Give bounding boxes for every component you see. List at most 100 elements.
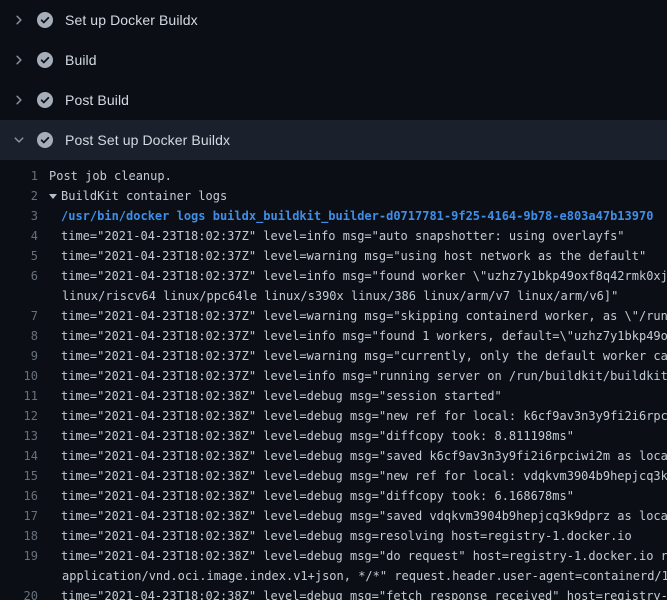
- line-number[interactable]: [0, 566, 38, 586]
- log-line: 18 time="2021-04-23T18:02:38Z" level=deb…: [0, 526, 667, 546]
- log-text: Post job cleanup.: [49, 169, 172, 183]
- line-number[interactable]: 12: [0, 406, 38, 426]
- steps-list: Set up Docker Buildx Build: [0, 0, 667, 160]
- line-number[interactable]: 2: [0, 186, 38, 206]
- chevron-right-icon[interactable]: [11, 52, 27, 68]
- log-text: time="2021-04-23T18:02:38Z" level=debug …: [61, 409, 667, 423]
- log-line: 12 time="2021-04-23T18:02:38Z" level=deb…: [0, 406, 667, 426]
- log-text-wrapper: time="2021-04-23T18:02:38Z" level=debug …: [61, 486, 574, 506]
- log-text-wrapper: time="2021-04-23T18:02:37Z" level=info m…: [61, 266, 667, 286]
- log-text: time="2021-04-23T18:02:37Z" level=info m…: [61, 269, 667, 283]
- log-text: time="2021-04-23T18:02:37Z" level=warnin…: [61, 309, 667, 323]
- line-number[interactable]: 18: [0, 526, 38, 546]
- check-circle-icon: [37, 92, 53, 108]
- line-number[interactable]: 6: [0, 266, 38, 286]
- log-line: 15 time="2021-04-23T18:02:38Z" level=deb…: [0, 466, 667, 486]
- log-text-wrapper: time="2021-04-23T18:02:38Z" level=debug …: [61, 546, 667, 566]
- line-number[interactable]: 8: [0, 326, 38, 346]
- log-text: time="2021-04-23T18:02:37Z" level=info m…: [61, 229, 625, 243]
- line-number[interactable]: 5: [0, 246, 38, 266]
- line-number[interactable]: 3: [0, 206, 38, 226]
- line-number[interactable]: 13: [0, 426, 38, 446]
- log-text-wrapper: time="2021-04-23T18:02:38Z" level=debug …: [61, 506, 667, 526]
- log-line: 16 time="2021-04-23T18:02:38Z" level=deb…: [0, 486, 667, 506]
- log-text-wrapper: time="2021-04-23T18:02:38Z" level=debug …: [61, 446, 667, 466]
- line-number[interactable]: 11: [0, 386, 38, 406]
- line-number[interactable]: 15: [0, 466, 38, 486]
- step-header[interactable]: Set up Docker Buildx: [0, 0, 667, 40]
- log-text-wrapper: time="2021-04-23T18:02:37Z" level=info m…: [61, 366, 667, 386]
- log-text-wrapper: time="2021-04-23T18:02:38Z" level=debug …: [61, 386, 502, 406]
- step-header[interactable]: Post Build: [0, 80, 667, 120]
- line-number[interactable]: 10: [0, 366, 38, 386]
- step-header[interactable]: Build: [0, 40, 667, 80]
- log-line: 17 time="2021-04-23T18:02:38Z" level=deb…: [0, 506, 667, 526]
- log-text-wrapper: time="2021-04-23T18:02:37Z" level=warnin…: [61, 246, 646, 266]
- log-text: linux/riscv64 linux/ppc64le linux/s390x …: [62, 289, 618, 303]
- log-text: application/vnd.oci.image.index.v1+json,…: [62, 569, 667, 583]
- log-text-wrapper: time="2021-04-23T18:02:38Z" level=debug …: [61, 526, 632, 546]
- log-line: 11 time="2021-04-23T18:02:38Z" level=deb…: [0, 386, 667, 406]
- log-text-wrapper: time="2021-04-23T18:02:37Z" level=info m…: [61, 226, 625, 246]
- chevron-right-icon[interactable]: [11, 12, 27, 28]
- step-label: Build: [65, 52, 97, 68]
- check-circle-icon: [37, 12, 53, 28]
- line-number[interactable]: 14: [0, 446, 38, 466]
- log-text: time="2021-04-23T18:02:38Z" level=debug …: [61, 429, 574, 443]
- log-text-wrapper: /usr/bin/docker logs buildx_buildkit_bui…: [61, 206, 653, 226]
- step-header[interactable]: Post Set up Docker Buildx: [0, 120, 667, 160]
- log-text: time="2021-04-23T18:02:37Z" level=warnin…: [61, 349, 667, 363]
- log-text-wrapper: BuildKit container logs: [49, 186, 227, 206]
- line-number[interactable]: 17: [0, 506, 38, 526]
- step-label: Post Build: [65, 92, 129, 108]
- log-line: 3 /usr/bin/docker logs buildx_buildkit_b…: [0, 206, 667, 226]
- line-number[interactable]: 20: [0, 586, 38, 600]
- actions-log-viewer: Set up Docker Buildx Build: [0, 0, 667, 600]
- log-text-wrapper: time="2021-04-23T18:02:38Z" level=debug …: [61, 426, 574, 446]
- log-text: time="2021-04-23T18:02:38Z" level=debug …: [61, 529, 632, 543]
- log-line: 6 time="2021-04-23T18:02:37Z" level=info…: [0, 266, 667, 286]
- log-text: time="2021-04-23T18:02:38Z" level=debug …: [61, 469, 667, 483]
- log-text: time="2021-04-23T18:02:37Z" level=info m…: [61, 369, 667, 383]
- log-text: /usr/bin/docker logs buildx_buildkit_bui…: [61, 209, 653, 223]
- log-text: BuildKit container logs: [61, 189, 227, 203]
- log-text: time="2021-04-23T18:02:38Z" level=debug …: [61, 489, 574, 503]
- log-text: time="2021-04-23T18:02:37Z" level=warnin…: [61, 249, 646, 263]
- log-line: 1 Post job cleanup.: [0, 166, 667, 186]
- log-text: time="2021-04-23T18:02:38Z" level=debug …: [61, 449, 667, 463]
- line-number[interactable]: 1: [0, 166, 38, 186]
- log-line: 5 time="2021-04-23T18:02:37Z" level=warn…: [0, 246, 667, 266]
- line-number[interactable]: [0, 286, 38, 306]
- step-label: Set up Docker Buildx: [65, 12, 198, 28]
- line-number[interactable]: 4: [0, 226, 38, 246]
- log-line: 4 time="2021-04-23T18:02:37Z" level=info…: [0, 226, 667, 246]
- log-line: 2 BuildKit container logs: [0, 186, 667, 206]
- chevron-down-icon[interactable]: [11, 132, 27, 148]
- log-output: 1 Post job cleanup. 2 BuildKit container…: [0, 160, 667, 600]
- chevron-right-icon[interactable]: [11, 92, 27, 108]
- log-text-wrapper: application/vnd.oci.image.index.v1+json,…: [62, 566, 667, 586]
- log-text: time="2021-04-23T18:02:38Z" level=debug …: [61, 389, 502, 403]
- log-text-wrapper: time="2021-04-23T18:02:38Z" level=debug …: [61, 586, 667, 600]
- check-circle-icon: [37, 132, 53, 148]
- check-circle-icon: [37, 52, 53, 68]
- log-text: time="2021-04-23T18:02:38Z" level=debug …: [61, 549, 667, 563]
- log-line: 8 time="2021-04-23T18:02:37Z" level=info…: [0, 326, 667, 346]
- line-number[interactable]: 19: [0, 546, 38, 566]
- log-line: linux/riscv64 linux/ppc64le linux/s390x …: [0, 286, 667, 306]
- log-line: 20 time="2021-04-23T18:02:38Z" level=deb…: [0, 586, 667, 600]
- log-text-wrapper: time="2021-04-23T18:02:37Z" level=warnin…: [61, 306, 667, 326]
- line-number[interactable]: 7: [0, 306, 38, 326]
- log-text-wrapper: time="2021-04-23T18:02:38Z" level=debug …: [61, 466, 667, 486]
- log-text: time="2021-04-23T18:02:38Z" level=debug …: [61, 589, 667, 600]
- log-line: 19 time="2021-04-23T18:02:38Z" level=deb…: [0, 546, 667, 566]
- group-triangle-icon[interactable]: [49, 194, 57, 199]
- log-text-wrapper: time="2021-04-23T18:02:37Z" level=warnin…: [61, 346, 667, 366]
- step-label: Post Set up Docker Buildx: [65, 132, 230, 148]
- log-line: 7 time="2021-04-23T18:02:37Z" level=warn…: [0, 306, 667, 326]
- log-text-wrapper: Post job cleanup.: [49, 166, 172, 186]
- log-line: 10 time="2021-04-23T18:02:37Z" level=inf…: [0, 366, 667, 386]
- log-text: time="2021-04-23T18:02:38Z" level=debug …: [61, 509, 667, 523]
- line-number[interactable]: 9: [0, 346, 38, 366]
- line-number[interactable]: 16: [0, 486, 38, 506]
